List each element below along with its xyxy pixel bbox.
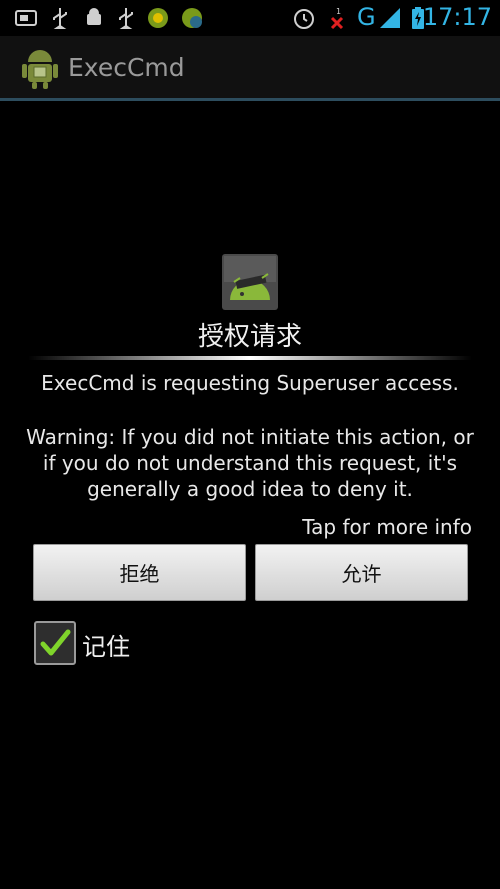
app-title: ExecCmd (68, 53, 185, 82)
title-divider (28, 356, 472, 360)
signal-icon (380, 8, 400, 28)
remember-label[interactable]: 记住 (82, 627, 130, 662)
android-debug-icon (87, 8, 101, 25)
dialog-title: 授权请求 (197, 322, 302, 352)
sim-card-icon (15, 10, 37, 26)
remember-checkbox[interactable] (34, 621, 76, 665)
checkmark-icon (40, 629, 71, 656)
deny-button[interactable]: 拒绝 (33, 544, 246, 601)
warning-message: Warning: If you did not initiate this ac… (26, 425, 474, 501)
clock: 17:17 (422, 3, 492, 31)
request-message: ExecCmd is requesting Superuser access. (41, 371, 459, 395)
title-bar: ExecCmd (0, 36, 500, 101)
svg-text:1: 1 (336, 7, 341, 16)
alarm-icon (294, 9, 314, 29)
more-info-link[interactable]: Tap for more info (302, 515, 472, 539)
app-notification-icon (148, 8, 168, 28)
sync-notification-icon (182, 8, 202, 28)
usb-icon (119, 8, 133, 29)
network-type: G (357, 3, 376, 31)
android-icon (22, 50, 58, 89)
usb-icon (53, 8, 67, 29)
status-bar: 1 G 17:17 (0, 0, 500, 36)
no-signal-icon: 1 (330, 7, 344, 30)
allow-button[interactable]: 允许 (255, 544, 468, 601)
superuser-icon (222, 254, 278, 310)
